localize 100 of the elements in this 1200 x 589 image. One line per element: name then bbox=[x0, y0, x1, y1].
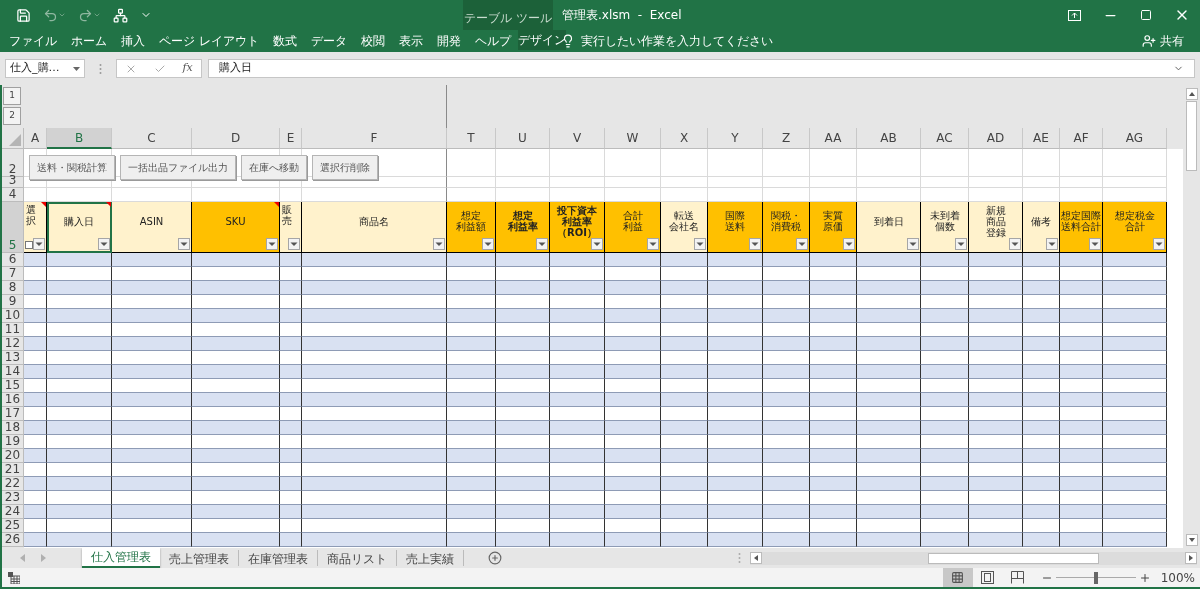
scroll-right-button[interactable] bbox=[1185, 552, 1197, 564]
row-header[interactable]: 5 bbox=[2, 202, 24, 253]
column-header[interactable]: A bbox=[24, 128, 47, 149]
filter-dropdown-button[interactable] bbox=[1089, 238, 1101, 250]
ribbon-tab[interactable]: 挿入 bbox=[114, 30, 152, 52]
maximize-icon[interactable] bbox=[1140, 9, 1152, 21]
row-header[interactable]: 18 bbox=[2, 421, 24, 435]
column-header[interactable]: U bbox=[496, 128, 550, 149]
save-icon[interactable] bbox=[16, 7, 31, 23]
row-header[interactable]: 13 bbox=[2, 351, 24, 365]
row-header[interactable]: 9 bbox=[2, 295, 24, 309]
share-button[interactable]: 共有 bbox=[1142, 30, 1200, 52]
column-header[interactable]: C bbox=[112, 128, 192, 149]
row-header[interactable]: 17 bbox=[2, 407, 24, 421]
column-header[interactable]: AA bbox=[810, 128, 857, 149]
row-header[interactable]: 10 bbox=[2, 309, 24, 323]
splitter-handle-icon[interactable] bbox=[738, 552, 741, 564]
filter-dropdown-button[interactable] bbox=[955, 238, 967, 250]
add-sheet-icon[interactable] bbox=[488, 551, 502, 565]
horizontal-scrollbar[interactable] bbox=[750, 551, 1197, 565]
macro-button[interactable]: 選択行削除 bbox=[312, 155, 378, 180]
ribbon-tab[interactable]: 開発 bbox=[429, 30, 468, 52]
column-header[interactable]: AG bbox=[1103, 128, 1167, 149]
checkbox[interactable] bbox=[25, 241, 33, 249]
filter-dropdown-button[interactable] bbox=[482, 238, 494, 250]
filter-dropdown-button[interactable] bbox=[647, 238, 659, 250]
filter-dropdown-button[interactable] bbox=[796, 238, 808, 250]
dropdown-caret-icon[interactable] bbox=[73, 66, 80, 71]
zoom-slider-thumb[interactable] bbox=[1093, 571, 1098, 584]
row-header[interactable]: 22 bbox=[2, 477, 24, 491]
macro-button[interactable]: 一括出品ファイル出力 bbox=[120, 155, 236, 180]
column-header[interactable]: F bbox=[302, 128, 447, 149]
filter-dropdown-button[interactable] bbox=[33, 238, 45, 250]
filter-dropdown-button[interactable] bbox=[843, 238, 855, 250]
filter-dropdown-button[interactable] bbox=[749, 238, 761, 250]
filter-dropdown-button[interactable] bbox=[433, 238, 445, 250]
column-header[interactable]: AB bbox=[857, 128, 921, 149]
ribbon-display-icon[interactable] bbox=[1068, 9, 1081, 21]
scroll-left-button[interactable] bbox=[750, 552, 762, 564]
row-header[interactable]: 21 bbox=[2, 463, 24, 477]
column-header[interactable]: Z bbox=[763, 128, 810, 149]
column-header[interactable]: AC bbox=[921, 128, 969, 149]
sheet-tab[interactable]: 仕入管理表 bbox=[82, 548, 160, 568]
name-box[interactable]: 仕入_購… bbox=[5, 59, 85, 78]
column-header[interactable]: AF bbox=[1060, 128, 1103, 149]
row-header[interactable]: 14 bbox=[2, 365, 24, 379]
filter-dropdown-button[interactable] bbox=[288, 238, 300, 250]
row-header[interactable]: 6 bbox=[2, 253, 24, 267]
vertical-scrollbar[interactable] bbox=[1183, 85, 1200, 548]
normal-view-button[interactable] bbox=[942, 568, 973, 587]
filter-dropdown-button[interactable] bbox=[1046, 238, 1058, 250]
ribbon-tab[interactable]: ファイル bbox=[2, 30, 64, 52]
ribbon-tab[interactable]: データ bbox=[303, 30, 354, 52]
row-header[interactable]: 24 bbox=[2, 505, 24, 519]
column-header[interactable]: AD bbox=[969, 128, 1023, 149]
filter-dropdown-button[interactable] bbox=[1153, 238, 1165, 250]
ribbon-tab[interactable]: 数式 bbox=[265, 30, 304, 52]
outline-level-button[interactable]: 1 bbox=[3, 87, 21, 105]
share-icon[interactable] bbox=[1142, 34, 1156, 48]
scroll-up-button[interactable] bbox=[1185, 88, 1198, 100]
filter-dropdown-button[interactable] bbox=[266, 238, 278, 250]
column-header[interactable]: AE bbox=[1023, 128, 1060, 149]
filter-dropdown-button[interactable] bbox=[907, 238, 919, 250]
filter-dropdown-button[interactable] bbox=[536, 238, 548, 250]
formula-input[interactable]: 購入日 bbox=[208, 59, 1195, 78]
filter-dropdown-button[interactable] bbox=[178, 238, 190, 250]
column-header[interactable]: D bbox=[192, 128, 280, 149]
page-break-icon[interactable] bbox=[1011, 571, 1025, 584]
scroll-down-button[interactable] bbox=[1185, 534, 1198, 546]
column-header[interactable]: T bbox=[447, 128, 496, 149]
row-header[interactable]: 4 bbox=[2, 188, 24, 202]
grid-icon[interactable] bbox=[951, 571, 965, 584]
row-header[interactable]: 26 bbox=[2, 533, 24, 547]
macro-button[interactable]: 在庫へ移動 bbox=[241, 155, 307, 180]
row-header[interactable]: 19 bbox=[2, 435, 24, 449]
zoom-level[interactable]: 100% bbox=[1150, 568, 1200, 587]
sheet-tab[interactable]: 売上実績 bbox=[397, 550, 464, 566]
sheet-tab[interactable]: 在庫管理表 bbox=[239, 550, 318, 566]
zoom-in-button[interactable] bbox=[1138, 571, 1151, 584]
hierarchy-icon[interactable] bbox=[113, 7, 128, 23]
row-header[interactable]: 23 bbox=[2, 491, 24, 505]
row-header[interactable]: 16 bbox=[2, 393, 24, 407]
ribbon-tab[interactable]: ヘルプ bbox=[467, 30, 518, 52]
column-header[interactable]: B bbox=[47, 128, 112, 149]
page-icon[interactable] bbox=[981, 571, 995, 584]
row-header[interactable]: 20 bbox=[2, 449, 24, 463]
ribbon-tab[interactable]: ホーム bbox=[64, 30, 114, 52]
column-header[interactable]: E bbox=[280, 128, 302, 149]
row-header[interactable]: 11 bbox=[2, 323, 24, 337]
tell-me-field[interactable]: 実行したい作業を入力してください bbox=[581, 32, 773, 50]
column-header[interactable]: V bbox=[550, 128, 605, 149]
column-header[interactable]: X bbox=[661, 128, 708, 149]
filter-dropdown-button[interactable] bbox=[1009, 238, 1021, 250]
sheet-tab[interactable]: 商品リスト bbox=[318, 550, 397, 566]
macro-button[interactable]: 送料・関税計算 bbox=[29, 155, 115, 180]
row-header[interactable]: 8 bbox=[2, 281, 24, 295]
row-header[interactable]: 7 bbox=[2, 267, 24, 281]
filter-dropdown-button[interactable] bbox=[98, 238, 110, 250]
zoom-slider[interactable] bbox=[1055, 571, 1136, 584]
outline-level-button[interactable]: 2 bbox=[3, 107, 21, 125]
